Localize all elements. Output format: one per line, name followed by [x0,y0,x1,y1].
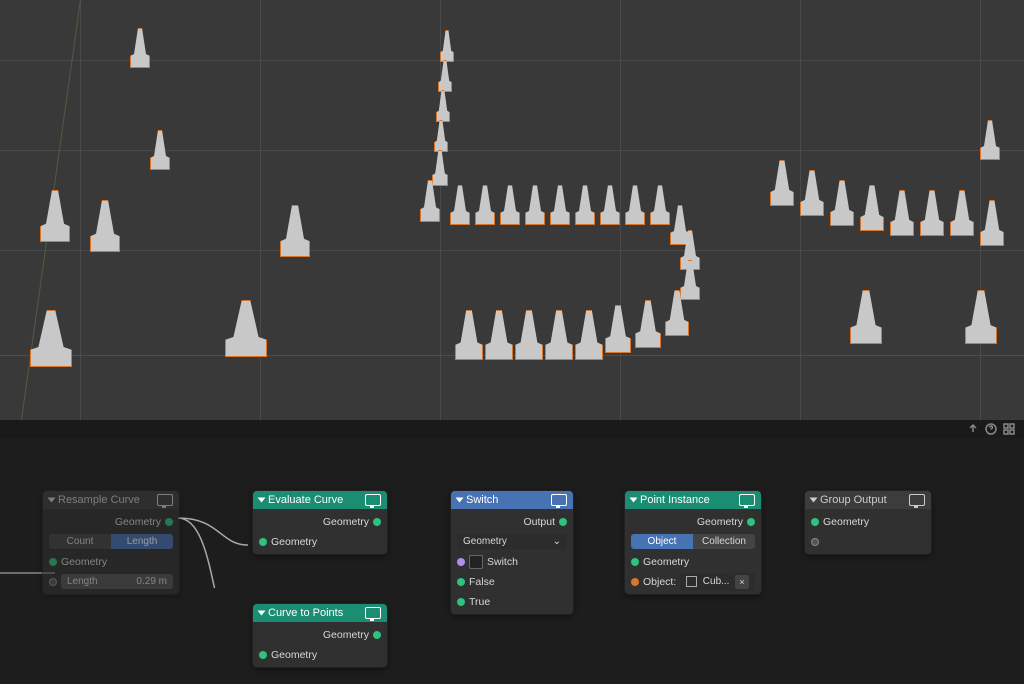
preview-icon[interactable] [551,494,567,506]
node-editor[interactable]: Resample Curve Geometry CountLength Geom… [0,438,1024,684]
collapse-icon[interactable] [258,611,266,616]
float-input-socket[interactable] [49,578,57,586]
node-group-output[interactable]: Group Output Geometry [804,490,932,555]
node-point-instance[interactable]: Point Instance Geometry ObjectCollection… [624,490,762,595]
preview-icon[interactable] [365,607,381,619]
node-title: Point Instance [640,494,710,506]
geometry-output-socket[interactable] [747,518,755,526]
chevron-down-icon: ⌄ [553,536,561,547]
empty-input-socket[interactable] [811,538,819,546]
editor-header [0,420,1024,438]
geometry-input-socket[interactable] [259,538,267,546]
length-field[interactable]: Length0.29 m [61,574,173,589]
arrow-up-icon[interactable] [966,422,980,436]
node-title: Group Output [820,494,887,506]
geometry-output-socket[interactable] [373,518,381,526]
preview-icon[interactable] [157,494,173,506]
geometry-input-socket[interactable] [259,651,267,659]
output-socket[interactable] [559,518,567,526]
geometry-output-socket[interactable] [373,631,381,639]
node-header[interactable]: Resample Curve [43,491,179,509]
circle-help-icon[interactable] [984,422,998,436]
node-header[interactable]: Group Output [805,491,931,509]
geometry-input-socket[interactable] [49,558,57,566]
collapse-icon[interactable] [456,498,464,503]
node-title: Curve to Points [268,607,343,619]
socket-label: Object: [643,576,676,588]
socket-label: Geometry [61,556,107,568]
socket-label: Geometry [323,516,369,528]
true-input-socket[interactable] [457,598,465,606]
preview-icon[interactable] [739,494,755,506]
socket-label: Geometry [271,649,317,661]
socket-label: Switch [487,556,518,568]
socket-label: Output [523,516,555,528]
node-evaluate-curve[interactable]: Evaluate Curve Geometry Geometry [252,490,388,555]
node-curve-to-points[interactable]: Curve to Points Geometry Geometry [252,603,388,668]
object-icon [686,576,697,587]
collapse-icon[interactable] [48,498,56,503]
node-title: Evaluate Curve [268,494,343,506]
socket-label: Geometry [697,516,743,528]
type-dropdown[interactable]: Geometry⌄ [457,534,567,549]
geometry-output-socket[interactable] [165,518,173,526]
geometry-input-socket[interactable] [631,558,639,566]
geometry-input-socket[interactable] [811,518,819,526]
node-title: Resample Curve [58,494,140,506]
mode-toggle[interactable]: CountLength [49,534,173,549]
node-switch[interactable]: Switch Output Geometry⌄ Switch False Tru… [450,490,574,615]
node-header[interactable]: Point Instance [625,491,761,509]
collapse-icon[interactable] [810,498,818,503]
socket-label: False [469,576,495,588]
grid-snap-icon[interactable] [1002,422,1016,436]
socket-label: Geometry [115,516,161,528]
clear-icon[interactable]: × [735,575,749,589]
node-header[interactable]: Switch [451,491,573,509]
socket-label: Geometry [823,516,869,528]
socket-label: True [469,596,490,608]
object-picker[interactable]: Cub...× [680,573,755,591]
socket-label: Geometry [271,536,317,548]
node-title: Switch [466,494,498,506]
collapse-icon[interactable] [258,498,266,503]
collapse-icon[interactable] [630,498,638,503]
bool-input-socket[interactable] [457,558,465,566]
node-header[interactable]: Evaluate Curve [253,491,387,509]
preview-icon[interactable] [365,494,381,506]
node-resample-curve[interactable]: Resample Curve Geometry CountLength Geom… [42,490,180,595]
preview-icon[interactable] [909,494,925,506]
node-header[interactable]: Curve to Points [253,604,387,622]
viewport-3d[interactable] [0,0,1024,420]
instance-mode-toggle[interactable]: ObjectCollection [631,534,755,549]
socket-label: Geometry [643,556,689,568]
object-input-socket[interactable] [631,578,639,586]
switch-checkbox[interactable] [469,555,483,569]
false-input-socket[interactable] [457,578,465,586]
socket-label: Geometry [323,629,369,641]
